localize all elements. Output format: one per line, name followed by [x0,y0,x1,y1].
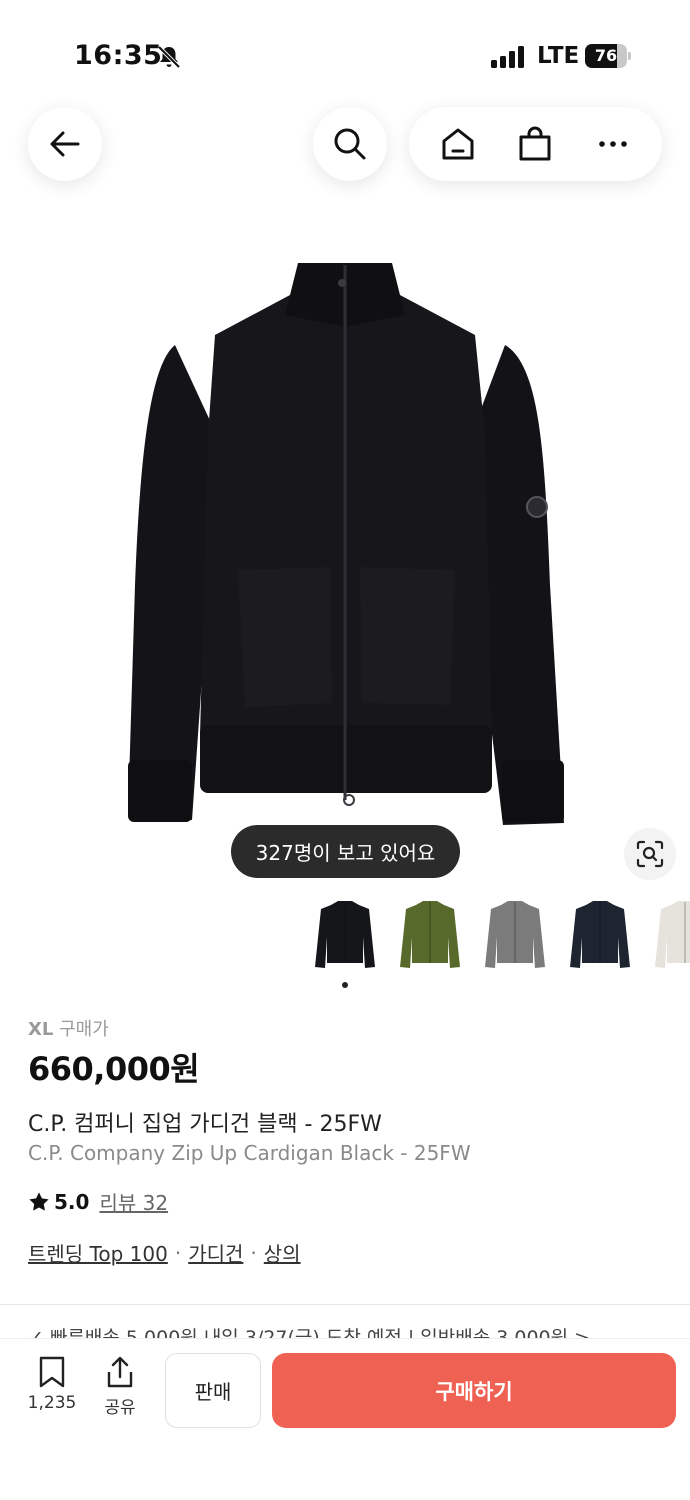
thumbnail-navy[interactable] [560,893,640,975]
back-button[interactable] [28,107,102,181]
rating: 5.0 리뷰 32 [28,1187,168,1216]
size-value: XL [28,1019,54,1040]
section-divider [0,1304,690,1305]
home-button[interactable] [428,114,488,174]
share-icon [107,1356,133,1388]
buy-button[interactable]: 구매하기 [272,1353,676,1428]
more-button[interactable] [583,114,643,174]
rating-score: 5.0 [54,1189,90,1214]
image-search-button[interactable] [624,828,676,880]
viewer-count-badge: 327명이 보고 있어요 [231,825,460,878]
nav-action-group [409,107,662,181]
bookmark-count: 1,235 [27,1393,77,1413]
thumbnail-black[interactable] [305,893,385,975]
product-title-en: C.P. Company Zip Up Cardigan Black - 25F… [28,1141,471,1165]
shopping-bag-button[interactable] [505,114,565,174]
status-bar: 16:35 LTE 76 [0,0,690,110]
review-link[interactable]: 리뷰 32 [99,1187,168,1216]
shopping-bag-icon [519,126,551,161]
status-time: 16:35 [74,40,163,71]
network-label: LTE [537,43,580,69]
bookmark-icon [39,1356,65,1388]
signal-icon [491,46,524,68]
tag-separator: · [250,1240,257,1265]
lens-search-icon [636,840,664,868]
tag-top[interactable]: 상의 [264,1238,301,1267]
price-label: 구매가 [59,1019,109,1040]
tag-trending[interactable]: 트렌딩 Top 100 [28,1238,168,1267]
back-arrow-icon [50,131,80,157]
product-image[interactable] [120,255,570,835]
bell-slash-icon [157,45,181,69]
battery-icon: 76 [585,44,631,68]
more-icon [599,141,627,147]
category-tags: 트렌딩 Top 100 · 가디건 · 상의 [28,1238,301,1267]
search-icon [334,128,366,160]
bookmark-button[interactable]: 1,235 [22,1355,82,1413]
tag-separator: · [174,1240,182,1265]
battery-level: 76 [594,46,618,65]
product-title-ko: C.P. 컴퍼니 집업 가디건 블랙 - 25FW [28,1112,382,1137]
search-button[interactable] [313,107,387,181]
home-icon [442,128,474,160]
thumbnail-page-indicator [342,982,348,988]
tag-cardigan[interactable]: 가디건 [188,1238,243,1267]
sell-button[interactable]: 판매 [165,1353,261,1428]
bottom-action-bar: 1,235 공유 판매 구매하기 [0,1338,690,1500]
size-price-label: XL 구매가 [28,1015,109,1041]
color-thumbnails [305,893,690,975]
thumbnail-olive[interactable] [390,893,470,975]
share-label: 공유 [104,1398,136,1418]
thumbnail-cream[interactable] [645,893,690,975]
price: 660,000원 [28,1050,200,1088]
star-icon [29,1191,49,1211]
share-button[interactable]: 공유 [93,1355,147,1418]
thumbnail-grey[interactable] [475,893,555,975]
